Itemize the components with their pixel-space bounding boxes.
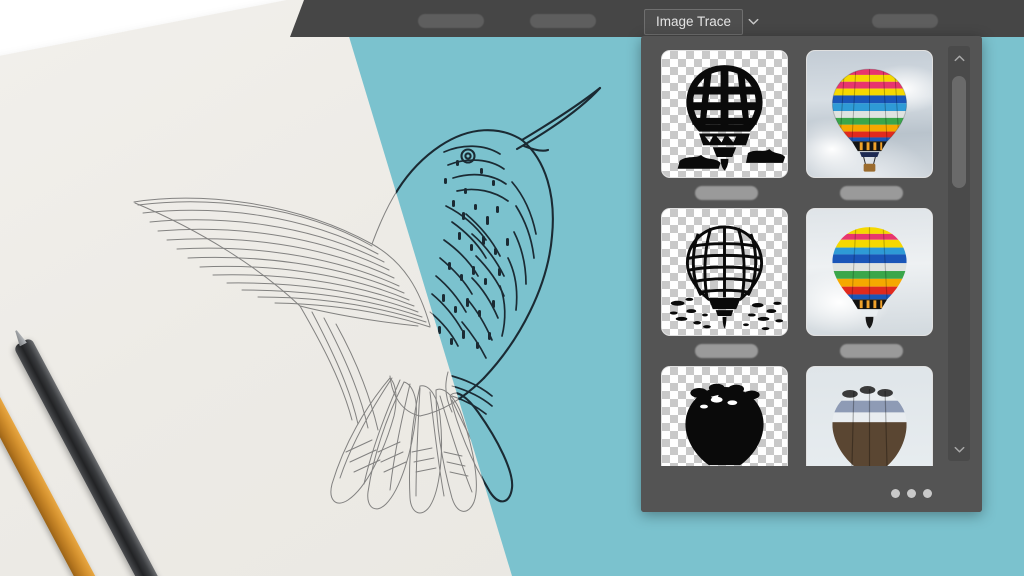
preset-caption (806, 178, 936, 208)
balloon-silhouette-icon (685, 383, 764, 466)
balloon-trace-bw-icon (677, 65, 786, 171)
balloon-three-color-icon (832, 386, 907, 466)
preset-caption-pill (839, 344, 903, 358)
chevron-up-icon[interactable] (948, 48, 970, 68)
preset-low-color[interactable] (806, 208, 936, 366)
preset-thumbnail[interactable] (661, 50, 788, 178)
scrollbar-thumb[interactable] (952, 76, 966, 188)
balloon-posterized-icon (832, 227, 907, 329)
preset-black-and-white-logo[interactable] (661, 50, 791, 208)
ellipsis-dot (907, 489, 916, 498)
image-trace-panel: Image Trace (641, 36, 982, 512)
preset-caption (806, 336, 936, 366)
preset-thumbnail[interactable] (806, 50, 933, 178)
preset-caption-pill (694, 186, 758, 200)
panel-footer (641, 466, 982, 512)
preset-thumbnail[interactable] (806, 208, 933, 336)
preset-caption (661, 336, 791, 366)
panel-scrollbar[interactable] (948, 46, 970, 461)
ellipsis-dot (923, 489, 932, 498)
chevron-down-icon[interactable] (948, 439, 970, 459)
preset-grid (661, 50, 946, 466)
preset-line-art[interactable] (661, 208, 791, 366)
toolbar-control-1[interactable] (418, 14, 484, 28)
preset-thumbnail[interactable] (806, 366, 933, 466)
image-trace-button-label: Image Trace (656, 14, 732, 30)
preset-silhouette[interactable] (661, 366, 791, 466)
preset-thumbnail[interactable] (661, 366, 788, 466)
preset-grid-scroll-area[interactable] (641, 36, 946, 466)
ellipsis-dot (891, 489, 900, 498)
preset-original-photo[interactable] (806, 50, 936, 208)
scrollbar-track[interactable] (952, 70, 966, 437)
toolbar-control-3[interactable] (872, 14, 938, 28)
toolbar-control-2[interactable] (530, 14, 596, 28)
application-window: Image Trace Image Trace (0, 0, 1024, 576)
chevron-down-icon[interactable] (745, 13, 762, 30)
image-trace-button[interactable]: Image Trace (644, 9, 744, 35)
preset-caption-pill (694, 344, 758, 358)
preset-thumbnail[interactable] (661, 208, 788, 336)
preset-caption (661, 178, 791, 208)
preset-caption-pill (839, 186, 903, 200)
balloon-trace-lineart-icon (669, 225, 784, 331)
ellipsis-icon[interactable] (891, 489, 932, 498)
balloon-photo-icon (831, 68, 908, 172)
preset-three-colors[interactable] (806, 366, 936, 466)
